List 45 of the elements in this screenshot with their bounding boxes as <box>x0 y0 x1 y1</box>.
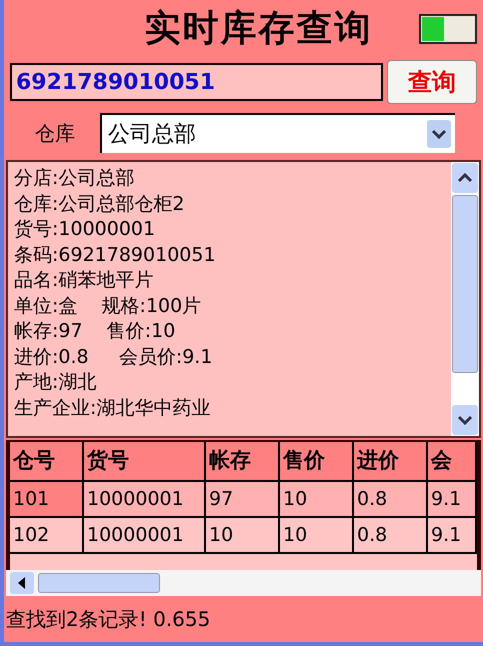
column-header[interactable]: 货号 <box>84 442 206 480</box>
detail-line: 生产企业:湖北华中药业 <box>14 396 212 420</box>
table-cell: 97 <box>206 482 280 516</box>
detail-line: 产地:湖北 <box>14 370 98 395</box>
detail-line: 条码:6921789010051 <box>14 242 217 268</box>
table-row[interactable]: 101 10000001 97 10 0.8 9.1 <box>10 482 477 518</box>
table-row[interactable]: 102 10000001 10 10 0.8 9.1 <box>10 518 477 554</box>
column-header[interactable]: 进价 <box>354 442 428 480</box>
scroll-down-icon[interactable] <box>452 405 478 435</box>
table-cell: 10000001 <box>84 518 206 552</box>
table-cell: 9.1 <box>428 482 477 516</box>
horizontal-scroll-thumb[interactable] <box>38 573 160 593</box>
app-title: 实时库存查询 <box>144 7 372 51</box>
scroll-thumb[interactable] <box>452 195 478 373</box>
scroll-up-icon[interactable] <box>452 163 478 193</box>
battery-icon <box>419 14 477 44</box>
table-cell: 10 <box>280 482 354 516</box>
horizontal-scrollbar[interactable] <box>6 570 481 596</box>
status-message: 查找到2条记录! 0.655 <box>6 606 210 633</box>
table-cell: 10000001 <box>84 482 206 516</box>
table-cell: 10 <box>206 518 280 552</box>
detail-line: 进价:0.8 会员价:9.1 <box>14 344 214 370</box>
detail-line: 货号:10000001 <box>14 217 156 242</box>
table-cell: 0.8 <box>354 482 428 516</box>
table-cell: 102 <box>10 518 84 552</box>
column-header[interactable]: 帐存 <box>206 442 280 480</box>
vertical-scrollbar[interactable] <box>451 162 479 436</box>
column-header[interactable]: 售价 <box>280 442 354 480</box>
detail-line: 单位:盒 规格:100片 <box>14 294 202 318</box>
table-cell: 9.1 <box>428 518 477 552</box>
detail-line: 帐存:97 售价:10 <box>14 319 176 344</box>
chevron-down-icon[interactable] <box>427 120 451 148</box>
detail-line: 仓库:公司总部仓柜2 <box>14 192 186 216</box>
query-button[interactable]: 查询 <box>387 60 477 104</box>
table-cell: 101 <box>10 482 84 516</box>
scroll-left-icon[interactable] <box>10 572 34 594</box>
column-header[interactable]: 仓号 <box>10 442 84 480</box>
table-cell: 10 <box>280 518 354 552</box>
warehouse-label: 仓库 <box>34 120 76 147</box>
detail-line: 分店:公司总部 <box>14 166 136 191</box>
detail-line: 品名:硝苯地平片 <box>14 268 154 293</box>
warehouse-dropdown[interactable]: 公司总部 <box>100 113 455 153</box>
table-cell: 0.8 <box>354 518 428 552</box>
column-header[interactable]: 会 <box>428 442 477 480</box>
barcode-input-field[interactable]: 6921789010051 <box>10 63 383 101</box>
